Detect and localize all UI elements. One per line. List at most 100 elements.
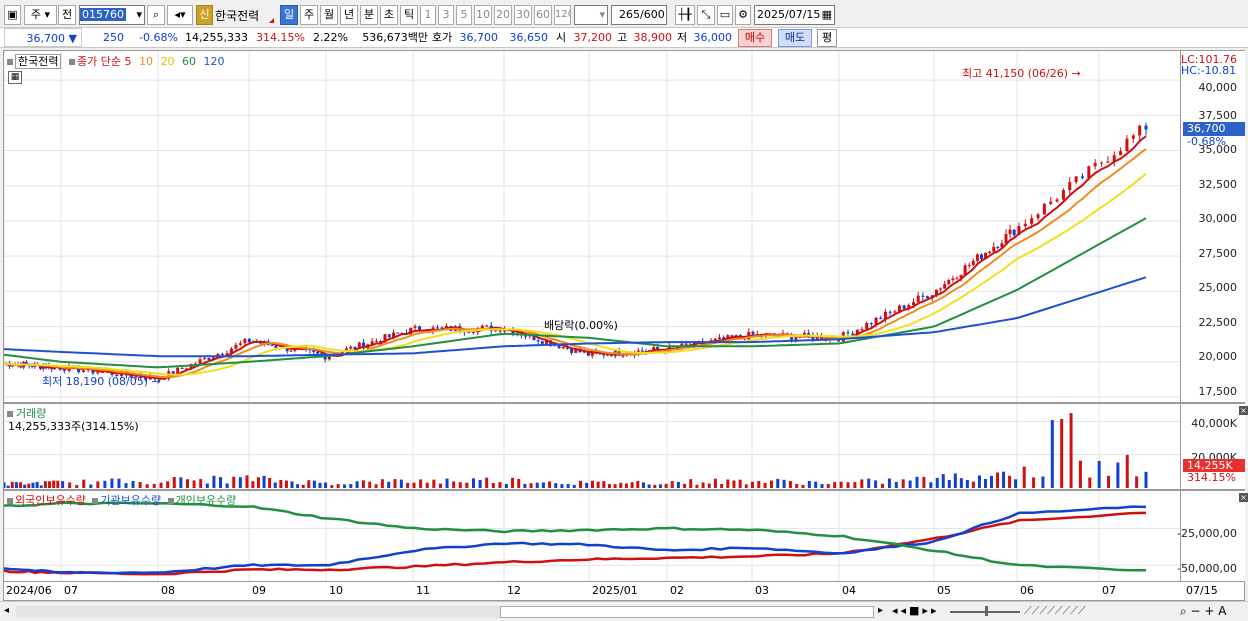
speaker-icon[interactable]: ◂▾ <box>167 5 193 25</box>
search-icon[interactable]: ⌕ <box>147 5 165 25</box>
line-tool-icon[interactable]: ⤡ <box>697 5 715 25</box>
volume-bar <box>458 482 462 488</box>
close-icon[interactable]: × <box>1239 406 1248 415</box>
volume-bar <box>959 478 963 488</box>
quote-bid: 36,650 <box>509 31 549 44</box>
legend-institution[interactable]: 기관보유수량 <box>100 494 161 507</box>
volume-bar <box>1116 462 1120 488</box>
sell-button[interactable]: 매도 <box>778 29 812 47</box>
volume-bar <box>776 478 780 488</box>
zoom-controls[interactable]: ⌕ − + A <box>1180 604 1226 619</box>
candle-body <box>947 280 951 285</box>
avg-button[interactable]: 평 <box>817 29 837 47</box>
candle-body <box>1055 199 1059 202</box>
date-input[interactable]: 2025/07/15 ▦ <box>754 5 835 25</box>
interval-10[interactable]: 10 <box>474 5 492 25</box>
volume-bar <box>881 483 885 488</box>
volume-bar <box>929 482 933 488</box>
scroll-thumb[interactable] <box>500 606 874 618</box>
volume-bar <box>1060 419 1064 488</box>
volume-bar <box>238 477 242 488</box>
window-icon[interactable]: ▣ <box>4 5 21 25</box>
count-input[interactable]: 265/600 <box>611 5 667 25</box>
legend-ma-prefix[interactable]: 종가 단순 <box>77 55 121 68</box>
tab-tick[interactable]: 틱 <box>400 5 418 25</box>
tab-week[interactable]: 주 <box>300 5 318 25</box>
tab-day[interactable]: 일 <box>280 5 298 25</box>
candle-body <box>180 367 184 369</box>
x-label: 09 <box>252 584 266 597</box>
code-input[interactable]: 015760 ▾ <box>79 5 145 25</box>
drawing-tools[interactable]: ⟋⟋⟋⟋⟋⟋⟋⟋ <box>1024 604 1086 618</box>
tab-year[interactable]: 년 <box>340 5 358 25</box>
low-note: 최저 18,190 (08/05) → <box>42 373 161 389</box>
volume-bar <box>445 478 449 488</box>
ma5-line <box>4 135 1147 380</box>
period-select[interactable]: 주 ▾ <box>24 5 57 25</box>
playback-controls[interactable]: ◂◂■▸▸ <box>892 604 939 617</box>
quote-low-label: 저 <box>677 31 688 44</box>
volume-bar <box>922 476 926 488</box>
legend-ma120[interactable]: 120 <box>203 55 224 68</box>
legend-name-tag[interactable]: 한국전력 <box>15 54 62 69</box>
volume-bar <box>355 481 359 488</box>
tab-minute[interactable]: 분 <box>360 5 378 25</box>
tab-month[interactable]: 월 <box>320 5 338 25</box>
save-icon[interactable]: ▭ <box>717 5 733 25</box>
candle-type-icon[interactable]: ┼╂ <box>675 5 695 25</box>
high-note-text: 최고 41,150 (06/26) <box>962 67 1069 80</box>
calculator-icon[interactable]: ▦ <box>8 71 22 84</box>
volume-bar <box>152 483 156 488</box>
candle-body <box>234 344 238 349</box>
volume-bar <box>839 481 843 488</box>
interval-5[interactable]: 5 <box>456 5 472 25</box>
legend-ma20[interactable]: 20 <box>160 55 174 68</box>
volume-bar <box>1144 471 1148 488</box>
close-icon[interactable]: × <box>1239 493 1248 502</box>
y-tick: 20,000 <box>1198 350 1238 363</box>
tab-second[interactable]: 초 <box>380 5 398 25</box>
volume-bar <box>361 480 365 488</box>
interval-60[interactable]: 60 <box>534 5 552 25</box>
legend-ma5[interactable]: 5 <box>124 55 131 68</box>
buy-button[interactable]: 매수 <box>738 29 772 47</box>
legend-individual[interactable]: 개인보유수량 <box>176 494 237 507</box>
interval-dropdown[interactable]: ▾ <box>574 5 608 25</box>
volume-bar <box>807 480 811 488</box>
candle-body <box>893 311 897 313</box>
price-lines <box>4 135 1147 380</box>
quote-amount: 536,673백만 <box>362 31 428 44</box>
scroll-right-icon[interactable]: ▸ <box>878 605 883 616</box>
volume-bar <box>901 479 905 488</box>
prev-button[interactable]: 전 <box>58 5 76 25</box>
volume-chart[interactable] <box>4 404 1180 489</box>
candle-body <box>869 323 873 325</box>
candle-body <box>243 338 247 344</box>
interval-3[interactable]: 3 <box>438 5 454 25</box>
volume-bar <box>801 484 805 488</box>
interval-120[interactable]: 120 <box>554 5 571 25</box>
volume-bar <box>947 480 951 488</box>
interval-20[interactable]: 20 <box>494 5 512 25</box>
scroll-left-icon[interactable]: ◂ <box>4 605 9 616</box>
stock-name[interactable]: 한국전력 <box>215 7 259 24</box>
gear-icon[interactable]: ⚙ <box>735 5 751 25</box>
volume-bar <box>387 481 391 488</box>
candle-body <box>561 346 565 349</box>
volume-bar <box>763 482 767 488</box>
candle-body <box>640 350 644 352</box>
zoom-slider-handle[interactable] <box>985 606 988 616</box>
x-label: 10 <box>329 584 343 597</box>
volume-bar <box>301 484 305 488</box>
volume-bar <box>977 475 981 488</box>
interval-30[interactable]: 30 <box>514 5 532 25</box>
volume-bar <box>578 480 582 488</box>
legend-foreign[interactable]: 외국인보유수량 <box>15 494 86 507</box>
candle-body <box>1074 176 1078 183</box>
candle-body <box>846 332 850 334</box>
interval-1[interactable]: 1 <box>420 5 436 25</box>
price-chart[interactable] <box>4 51 1180 402</box>
volume-bar <box>820 484 824 488</box>
legend-ma60[interactable]: 60 <box>182 55 196 68</box>
legend-ma10[interactable]: 10 <box>139 55 153 68</box>
